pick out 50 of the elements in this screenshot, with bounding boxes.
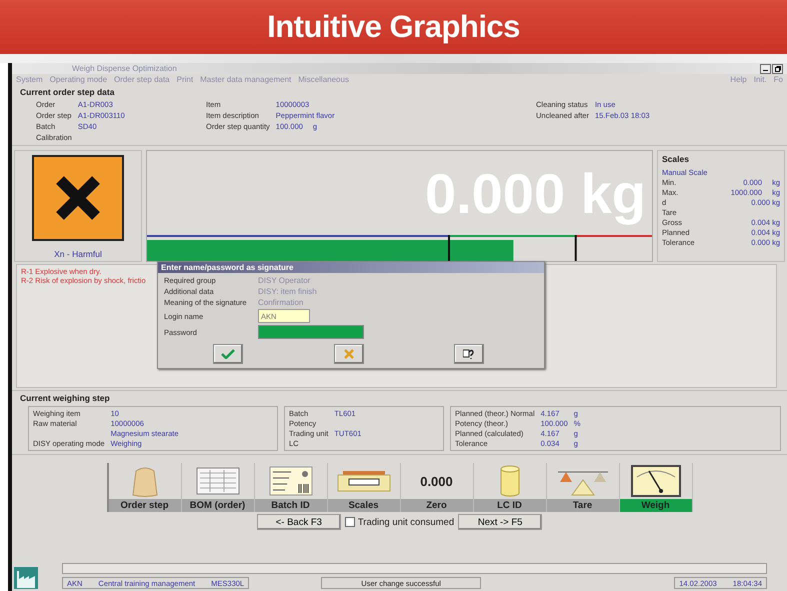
cancel-icon bbox=[344, 349, 354, 359]
cancel-button[interactable] bbox=[334, 344, 364, 364]
section-title: Current order step data bbox=[20, 87, 116, 97]
barcode-label-icon bbox=[268, 466, 312, 496]
menu-item[interactable]: Order step data bbox=[114, 75, 170, 84]
next-button[interactable]: Next -> F5 bbox=[458, 514, 542, 530]
restore-button[interactable] bbox=[772, 64, 783, 74]
menu-item[interactable]: Help bbox=[730, 75, 747, 84]
menu-item[interactable]: Fo bbox=[774, 75, 783, 84]
field-value: Confirmation bbox=[258, 298, 304, 307]
password-field[interactable] bbox=[258, 325, 364, 339]
field-value: DISY: item finish bbox=[258, 287, 318, 296]
back-button[interactable]: <- Back F3 bbox=[256, 514, 341, 530]
checkbox-label: Trading unit consumed bbox=[358, 516, 454, 528]
checkbox[interactable] bbox=[344, 517, 355, 527]
scale-platform-icon bbox=[336, 470, 390, 492]
menu-item[interactable]: Operating mode bbox=[50, 75, 108, 84]
menu-item[interactable]: Miscellaneous bbox=[298, 75, 349, 84]
document-table-icon bbox=[196, 467, 240, 495]
restore-icon bbox=[774, 66, 780, 72]
sack-icon bbox=[130, 465, 160, 497]
check-icon bbox=[221, 349, 235, 359]
toolbar-tile[interactable]: LC ID bbox=[474, 463, 546, 512]
hazard-label: Xn - Harmful bbox=[54, 249, 102, 259]
toolbar-tile[interactable]: 0.000 Zero bbox=[400, 463, 474, 512]
hazard-symbol-icon bbox=[32, 155, 124, 241]
section-title: Current weighing step bbox=[20, 393, 111, 403]
factory-icon bbox=[14, 567, 38, 589]
menu-item[interactable]: Init. bbox=[754, 75, 767, 84]
toolbar-tile[interactable]: Weigh bbox=[620, 463, 692, 512]
minimize-button[interactable] bbox=[760, 64, 771, 74]
zero-display: 0.000 bbox=[420, 474, 453, 488]
menu-item[interactable]: Master data management bbox=[200, 75, 292, 84]
gauge-icon bbox=[630, 465, 680, 497]
toolbar-tile[interactable]: Scales bbox=[328, 463, 400, 512]
dialog-title: Enter name/password as signature bbox=[158, 262, 544, 273]
toolbar-tile[interactable]: Batch ID bbox=[254, 463, 328, 512]
field-value: DISY Operator bbox=[258, 276, 312, 285]
cylinder-container-icon bbox=[500, 465, 520, 497]
help-button[interactable] bbox=[454, 344, 484, 364]
window-title: Weigh Dispense Optimization bbox=[72, 64, 177, 73]
banner-title: Intuitive Graphics bbox=[267, 9, 520, 45]
ok-button[interactable] bbox=[213, 344, 243, 364]
help-icon bbox=[463, 349, 475, 359]
menu-item[interactable]: System bbox=[16, 75, 43, 84]
panel-title: Scales bbox=[662, 154, 690, 164]
toolbar-tile[interactable]: BOM (order) bbox=[182, 463, 254, 512]
menu-item[interactable]: Print bbox=[176, 75, 194, 84]
toolbar-tile[interactable]: Tare bbox=[546, 463, 620, 512]
toolbar-tile[interactable]: Order step bbox=[108, 463, 182, 512]
